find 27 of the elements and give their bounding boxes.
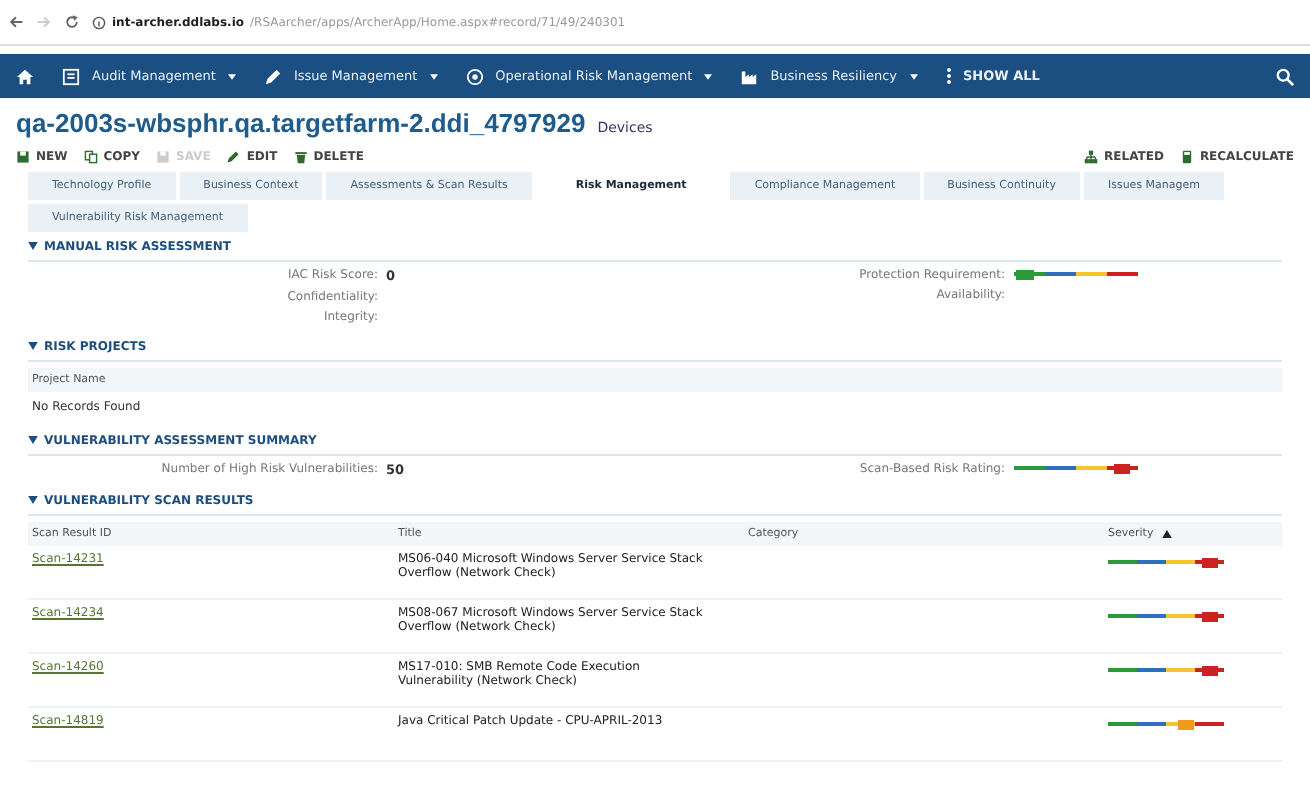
copy-icon (83, 150, 98, 164)
more-icon (945, 66, 951, 86)
home-icon[interactable] (16, 67, 34, 85)
record-title: qa-2003s-wbsphr.qa.targetfarm-2.ddi_4797929 (16, 108, 586, 138)
document-icon (62, 67, 80, 85)
sort-icon (1161, 530, 1172, 538)
collapse-icon[interactable] (28, 242, 38, 250)
pencil-icon (226, 150, 241, 164)
caret-icon (909, 73, 917, 79)
trash-icon (293, 150, 308, 164)
back-icon[interactable] (8, 14, 24, 30)
caret-icon (429, 73, 438, 79)
reload-icon[interactable] (64, 14, 80, 30)
pencil-icon (263, 67, 282, 85)
caret-icon (704, 73, 713, 79)
collapse-icon[interactable] (28, 342, 38, 350)
info-icon (92, 15, 106, 29)
calculator-icon (1179, 150, 1194, 164)
target-icon (465, 67, 484, 85)
caret-icon (227, 73, 236, 79)
hierarchy-icon (1084, 150, 1099, 164)
collapse-icon[interactable] (28, 436, 38, 444)
factory-icon (740, 67, 759, 85)
collapse-icon[interactable] (28, 496, 38, 504)
floppy-icon (156, 150, 170, 164)
search-icon[interactable] (1276, 67, 1294, 85)
floppy-icon (16, 150, 30, 164)
